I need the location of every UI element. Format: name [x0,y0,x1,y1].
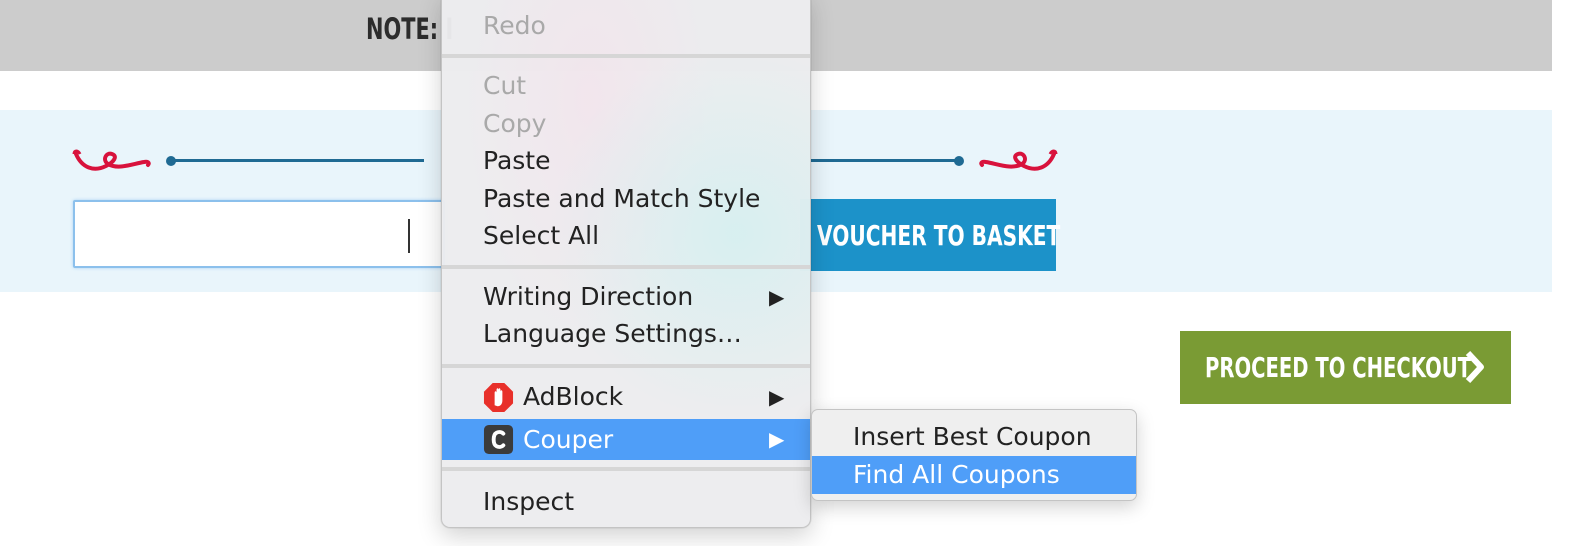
menu-item-copy[interactable]: Copy [442,105,810,143]
left-ornament-icon [72,149,151,171]
submenu-item-insert-best-coupon[interactable]: Insert Best Coupon [812,418,1136,456]
menu-separator [442,54,810,58]
text-caret [408,219,410,253]
rule-dot-right [954,156,964,166]
voucher-code-input[interactable] [73,200,445,268]
menu-item-language-settings[interactable]: Language Settings… [442,315,810,353]
right-ornament-icon [979,149,1058,171]
menu-item-redo[interactable]: Redo [442,7,810,45]
menu-separator [442,467,810,471]
menu-item-adblock[interactable]: AdBlock ▶ [442,378,810,416]
menu-separator [442,364,810,368]
context-menu: Redo Cut Copy Paste Paste and Match Styl… [441,0,811,528]
couper-icon [483,424,514,455]
menu-item-select-all[interactable]: Select All [442,217,810,255]
menu-item-writing-direction[interactable]: Writing Direction ▶ [442,278,810,316]
menu-item-cut[interactable]: Cut [442,67,810,105]
add-voucher-button-label: VOUCHER TO BASKET [817,218,1061,252]
proceed-to-checkout-button[interactable]: PROCEED TO CHECKOUT [1180,331,1511,404]
menu-separator [442,265,810,269]
adblock-icon [483,382,514,413]
menu-item-paste-and-match-style[interactable]: Paste and Match Style [442,180,810,218]
submenu-arrow-icon: ▶ [769,385,785,409]
menu-item-couper[interactable]: Couper ▶ [442,419,810,460]
couper-submenu: Insert Best Coupon Find All Coupons [811,409,1137,501]
menu-item-paste[interactable]: Paste [442,142,810,180]
add-voucher-button[interactable]: VOUCHER TO BASKET [800,199,1060,271]
submenu-arrow-icon: ▶ [769,285,785,309]
rule-line-left [172,159,424,162]
menu-item-inspect[interactable]: Inspect [442,483,810,521]
checkout-button-label: PROCEED TO CHECKOUT [1205,351,1472,384]
submenu-arrow-icon: ▶ [769,427,785,451]
submenu-item-find-all-coupons[interactable]: Find All Coupons [812,456,1136,494]
rule-line-right [811,159,959,162]
chevron-right-icon [1465,350,1484,384]
